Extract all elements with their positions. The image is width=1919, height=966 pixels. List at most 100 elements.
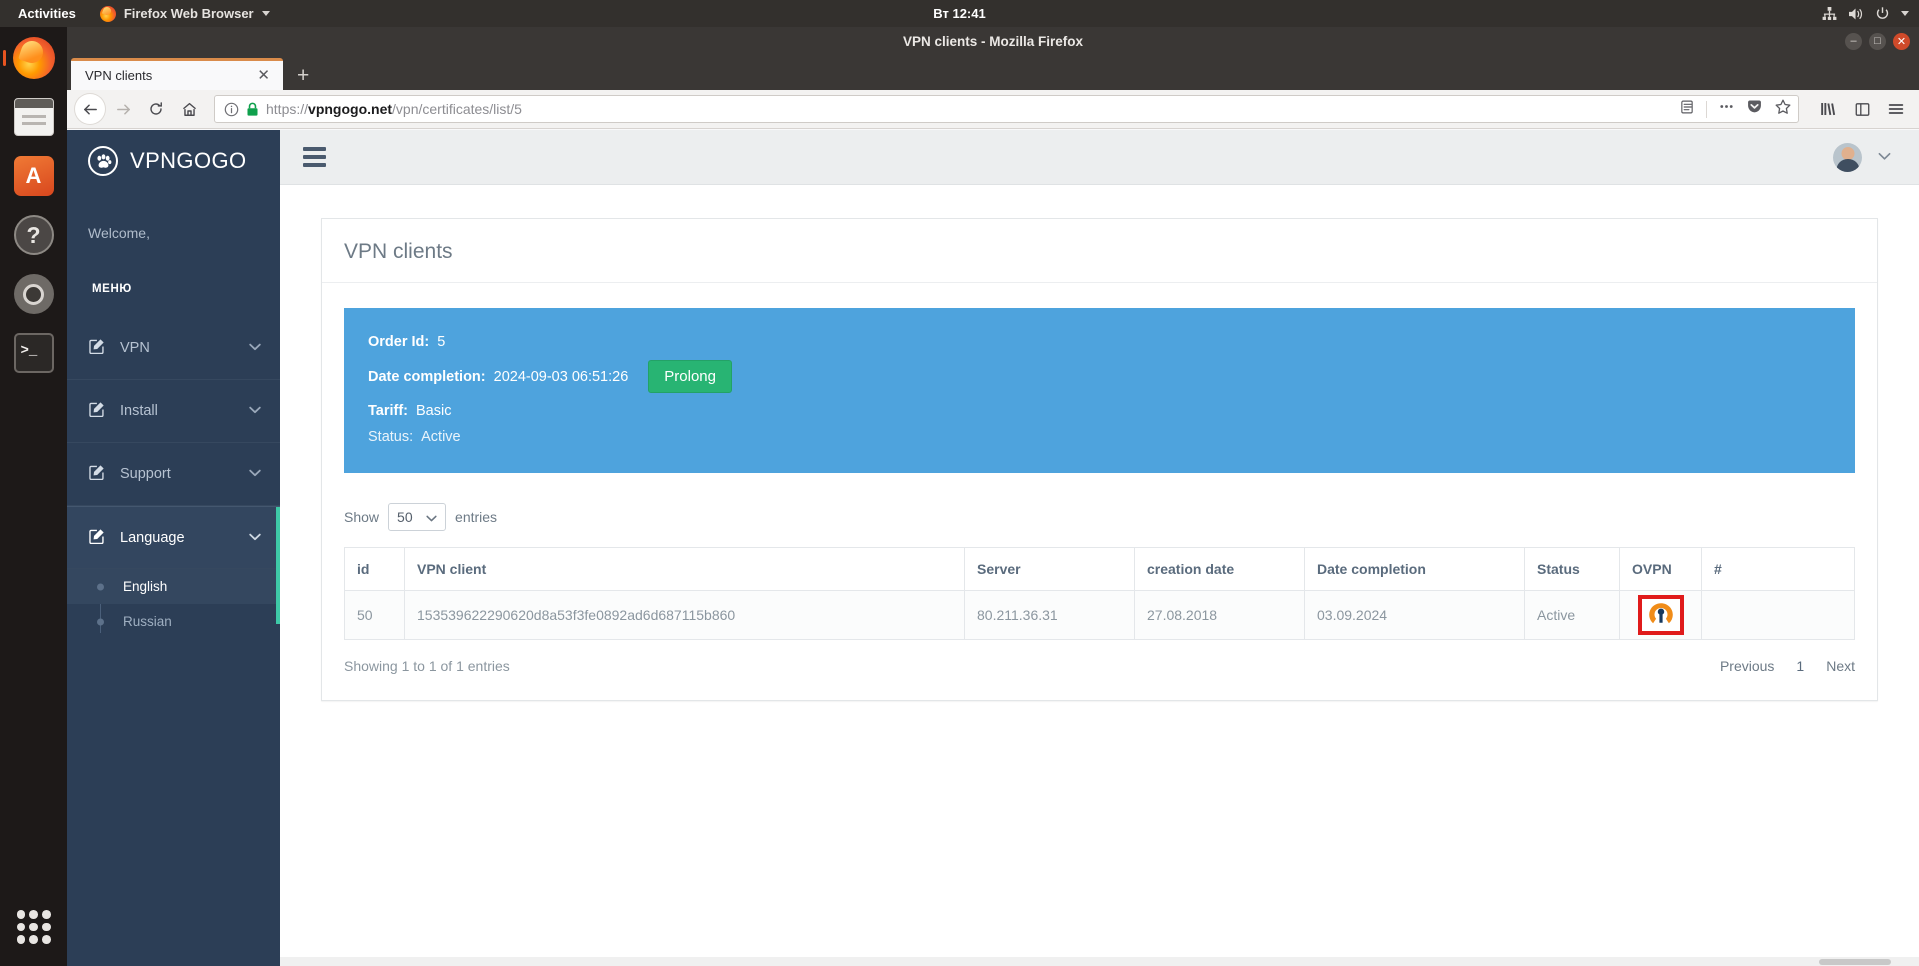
terminal-icon [13, 333, 54, 373]
openvpn-download-icon[interactable] [1637, 595, 1684, 636]
paw-print-icon [88, 146, 118, 176]
table-info-count: Showing 1 to 1 of 1 entries [344, 658, 510, 675]
window-controls: – □ ✕ [1845, 32, 1910, 50]
column-header-actions[interactable]: # [1701, 547, 1855, 592]
tab-title: VPN clients [85, 68, 153, 83]
status-value: Active [421, 429, 461, 446]
system-status-area[interactable] [1822, 6, 1909, 21]
sidebar-item-support[interactable]: Support [67, 443, 280, 506]
maximize-button[interactable]: □ [1869, 32, 1886, 50]
settings-icon [13, 274, 54, 314]
main-content: VPN clients Order Id: 5 Date completion:… [280, 130, 1919, 966]
sidebar-item-language[interactable]: Language [67, 506, 280, 569]
power-icon [1875, 6, 1890, 21]
prolong-button[interactable]: Prolong [648, 360, 732, 394]
column-header-status[interactable]: Status [1524, 547, 1620, 592]
url-text[interactable]: https://vpngogo.net/vpn/certificates/lis… [266, 101, 1666, 117]
menu-toggle-button[interactable] [303, 147, 326, 167]
navigation-toolbar: https://vpngogo.net/vpn/certificates/lis… [67, 90, 1919, 129]
close-icon[interactable]: ✕ [254, 68, 273, 83]
cell-vpn-client: 153539622290620d8a53f3fe0892ad6d687115b8… [404, 590, 965, 641]
dock-item-help[interactable] [9, 210, 59, 260]
close-button[interactable]: ✕ [1893, 32, 1910, 50]
software-icon [13, 156, 54, 196]
lock-icon[interactable] [246, 102, 259, 117]
forward-icon[interactable] [108, 94, 138, 124]
divider [1706, 100, 1707, 118]
page-length-select[interactable]: 50 [388, 503, 447, 532]
home-icon[interactable] [174, 94, 204, 124]
pagination-next[interactable]: Next [1826, 658, 1855, 674]
cell-ovpn [1619, 590, 1702, 641]
dock-item-software[interactable] [9, 151, 59, 201]
cell-actions [1701, 590, 1855, 641]
reload-icon[interactable] [141, 94, 171, 124]
tariff-label: Tariff: [368, 403, 409, 420]
brand-logo[interactable]: VPNGOGO [67, 130, 280, 192]
column-header-ovpn[interactable]: OVPN [1619, 547, 1702, 592]
browser-tab[interactable]: VPN clients ✕ [71, 58, 283, 90]
pocket-icon[interactable] [1746, 98, 1763, 120]
page-length-value: 50 [397, 509, 413, 526]
column-header-id[interactable]: id [344, 547, 405, 592]
chevron-down-icon [249, 342, 261, 354]
user-menu[interactable] [1833, 142, 1891, 172]
entries-label: entries [455, 509, 498, 526]
submenu-item-russian[interactable]: Russian [67, 604, 280, 639]
table-header-row: id VPN client Server creation date Date … [344, 547, 1855, 592]
sidebar-icon[interactable] [1847, 94, 1877, 124]
language-submenu: English Russian [67, 569, 280, 639]
firefox-icon [12, 37, 55, 79]
minimize-button[interactable]: – [1845, 32, 1862, 50]
chevron-down-icon [426, 509, 437, 525]
horizontal-scrollbar[interactable] [280, 957, 1919, 966]
chevron-down-icon[interactable] [1878, 150, 1891, 164]
show-label: Show [344, 509, 380, 526]
sidebar-item-vpn[interactable]: VPN [67, 317, 280, 380]
hamburger-menu-icon[interactable] [1881, 94, 1911, 124]
content-topbar [280, 130, 1919, 185]
clock[interactable]: Вт 12:41 [933, 6, 985, 21]
app-menu-label: Firefox Web Browser [123, 6, 254, 21]
pagination-previous[interactable]: Previous [1720, 658, 1774, 674]
column-header-vpn-client[interactable]: VPN client [404, 547, 965, 592]
dock-item-terminal[interactable] [9, 328, 59, 378]
pagination-page-1[interactable]: 1 [1796, 658, 1804, 674]
reader-mode-icon[interactable] [1679, 99, 1695, 120]
dock-item-files[interactable] [9, 92, 59, 142]
bookmark-star-icon[interactable] [1774, 98, 1792, 121]
avatar[interactable] [1833, 142, 1862, 172]
column-header-creation-date[interactable]: creation date [1134, 547, 1305, 592]
page-info-icon[interactable] [224, 102, 239, 117]
cell-status: Active [1524, 590, 1620, 641]
submenu-item-english[interactable]: English [67, 569, 280, 604]
table-footer: Showing 1 to 1 of 1 entries Previous 1 N… [344, 640, 1855, 674]
tariff-value: Basic [416, 403, 452, 420]
sidebar-item-install[interactable]: Install [67, 380, 280, 443]
page-body: VPN clients Order Id: 5 Date completion:… [280, 185, 1919, 702]
edit-square-icon [88, 527, 106, 549]
dock-item-settings[interactable] [9, 269, 59, 319]
page-actions-icon[interactable] [1718, 98, 1735, 120]
help-icon [13, 215, 54, 255]
app-menu-button[interactable]: Firefox Web Browser [90, 5, 280, 22]
sidebar-item-label: Install [120, 403, 158, 419]
back-icon[interactable] [75, 94, 105, 124]
app-sidebar: VPNGOGO Welcome, МЕНЮ VPN Install Suppor… [67, 130, 280, 966]
show-applications-button[interactable] [9, 902, 59, 952]
column-header-server[interactable]: Server [964, 547, 1135, 592]
menu-heading: МЕНЮ [92, 283, 132, 295]
ubuntu-dock [0, 27, 67, 966]
firefox-window: VPN clients - Mozilla Firefox – □ ✕ VPN … [67, 27, 1919, 966]
new-tab-button[interactable]: + [283, 65, 321, 90]
activities-button[interactable]: Activities [0, 6, 90, 21]
column-header-date-completion[interactable]: Date completion [1304, 547, 1525, 592]
chevron-down-icon [249, 532, 261, 544]
toolbar-right-buttons [1809, 94, 1911, 124]
date-completion-value: 2024-09-03 06:51:26 [493, 368, 629, 385]
dock-item-firefox[interactable] [9, 33, 59, 83]
page-title: VPN clients [322, 219, 1877, 283]
scrollbar-thumb[interactable] [1819, 959, 1891, 965]
library-icon[interactable] [1813, 94, 1843, 124]
url-bar[interactable]: https://vpngogo.net/vpn/certificates/lis… [214, 95, 1799, 123]
